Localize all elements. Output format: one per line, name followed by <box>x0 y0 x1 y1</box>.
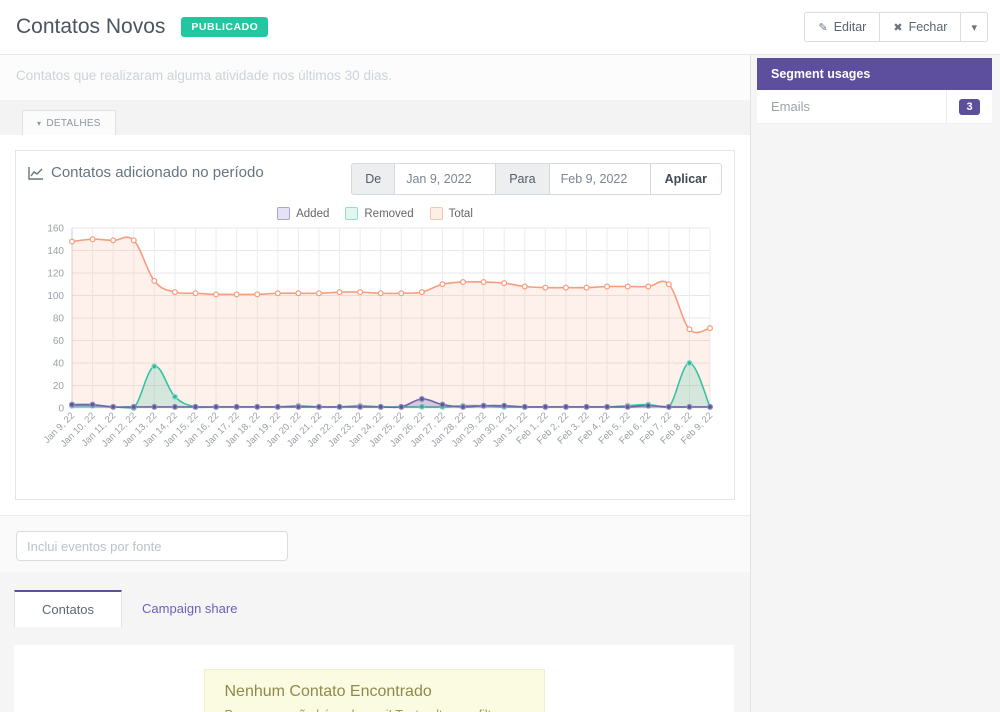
close-button[interactable]: ✖ Fechar <box>879 12 961 42</box>
details-toggle-row: ▾ DETALHES <box>0 100 750 135</box>
page: Contatos Novos PUBLICADO ✎ Editar ✖ Fech… <box>0 0 1000 712</box>
close-button-label: Fechar <box>909 20 948 34</box>
svg-text:120: 120 <box>47 269 64 280</box>
segment-usage-row-emails[interactable]: Emails 3 <box>757 90 992 124</box>
edit-button[interactable]: ✎ Editar <box>804 12 880 42</box>
page-title: Contatos Novos <box>16 15 165 39</box>
chart-card: Contatos adicionado no período De Para A… <box>15 150 735 500</box>
contacts-added-chart: 020406080100120140160Jan 9, 22Jan 10, 22… <box>28 220 722 481</box>
header-left: Contatos Novos PUBLICADO <box>16 15 268 39</box>
svg-text:160: 160 <box>47 224 64 235</box>
segment-usages-header: Segment usages <box>757 58 992 90</box>
empty-state-message: Parece que não há nada aqui! Tente alter… <box>225 708 524 712</box>
legend-item-total[interactable]: Total <box>430 207 473 220</box>
right-sidebar: Segment usages Emails 3 <box>750 55 1000 712</box>
edit-button-label: Editar <box>834 20 867 34</box>
chart-card-header: Contatos adicionado no período De Para A… <box>28 163 722 195</box>
date-to-input[interactable] <box>549 163 651 195</box>
status-badge: PUBLICADO <box>181 17 268 37</box>
tab-campaign-share[interactable]: Campaign share <box>122 590 257 627</box>
details-panel: Contatos adicionado no período De Para A… <box>0 135 750 515</box>
contacts-chart-svg: 020406080100120140160Jan 9, 22Jan 10, 22… <box>28 220 720 476</box>
legend-label-added: Added <box>296 208 329 220</box>
legend-swatch-total <box>430 207 443 220</box>
apply-button[interactable]: Aplicar <box>650 163 722 195</box>
svg-text:20: 20 <box>53 381 65 392</box>
more-actions-button[interactable]: ▾ <box>960 12 988 42</box>
tab-contatos[interactable]: Contatos <box>14 590 122 627</box>
details-toggle-button[interactable]: ▾ DETALHES <box>22 110 116 135</box>
date-from-input[interactable] <box>394 163 496 195</box>
events-filter-strip <box>0 515 750 572</box>
usage-count-badge: 3 <box>959 99 979 115</box>
legend-item-added[interactable]: Added <box>277 207 329 220</box>
tabs-bar: Contatos Campaign share <box>14 590 750 627</box>
svg-text:0: 0 <box>58 404 64 415</box>
events-source-input[interactable] <box>16 531 288 561</box>
svg-text:140: 140 <box>47 246 64 257</box>
pencil-icon: ✎ <box>818 21 827 34</box>
tab-content-panel: Nenhum Contato Encontrado Parece que não… <box>14 645 734 712</box>
svg-text:80: 80 <box>53 314 65 325</box>
empty-state-title: Nenhum Contato Encontrado <box>225 683 524 701</box>
close-icon: ✖ <box>893 21 902 34</box>
svg-text:40: 40 <box>53 359 65 370</box>
legend-swatch-removed <box>345 207 358 220</box>
chevron-down-icon: ▾ <box>37 119 41 128</box>
legend-label-total: Total <box>449 208 473 220</box>
svg-text:100: 100 <box>47 291 64 302</box>
date-range-form: De Para Aplicar <box>351 163 722 195</box>
chevron-down-icon: ▾ <box>971 21 977 34</box>
empty-state-alert: Nenhum Contato Encontrado Parece que não… <box>204 669 545 712</box>
legend-swatch-added <box>277 207 290 220</box>
svg-text:60: 60 <box>53 336 65 347</box>
line-chart-icon <box>28 166 44 180</box>
chart-title: Contatos adicionado no período <box>28 163 278 183</box>
chart-legend: Added Removed Total <box>28 207 722 220</box>
usage-row-label: Emails <box>757 90 946 123</box>
usage-row-count-cell: 3 <box>946 90 992 123</box>
date-from-label: De <box>351 163 395 195</box>
legend-label-removed: Removed <box>364 208 413 220</box>
chart-title-text: Contatos adicionado no período <box>51 163 264 183</box>
legend-item-removed[interactable]: Removed <box>345 207 413 220</box>
segment-description: Contatos que realizaram alguma atividade… <box>0 55 750 100</box>
details-toggle-label: DETALHES <box>46 118 100 129</box>
header-actions: ✎ Editar ✖ Fechar ▾ <box>804 12 988 42</box>
top-header: Contatos Novos PUBLICADO ✎ Editar ✖ Fech… <box>0 0 1000 55</box>
main-column: Contatos que realizaram alguma atividade… <box>0 55 750 712</box>
date-to-label: Para <box>495 163 549 195</box>
